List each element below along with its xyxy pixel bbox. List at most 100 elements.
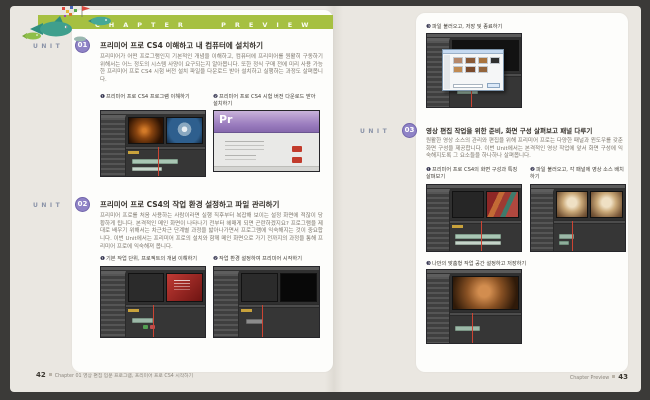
mock-source-monitor (556, 191, 589, 218)
teal-fish-icon (88, 17, 111, 25)
figure-caption: ❶프리미어 프로 CS4 프로그램 이해하기 (100, 94, 203, 101)
screenshot-premiere-interface (100, 266, 206, 338)
mock-file-thumbnail (478, 57, 488, 64)
screenshot-premiere-interface (213, 266, 320, 338)
unit-body-text: 프리미어 프로를 처음 사용하는 사람이라면 실행 직후부터 복잡해 보이는 설… (100, 213, 323, 252)
screenshot-premiere-interface (426, 184, 522, 252)
mock-text-line (225, 141, 265, 142)
mock-monitors (554, 189, 625, 220)
mock-sequence-tab (128, 309, 139, 312)
screenshot-premiere-interface (100, 110, 206, 177)
mock-clip (143, 325, 148, 329)
circled-number-icon: ❶ (426, 167, 431, 173)
unit-body-text: 프리미어가 어떤 프로그램인지 기본적인 개념을 이해하고, 컴퓨터에 프리미어… (100, 54, 323, 85)
mock-timeline-ruler (126, 305, 205, 308)
mock-workspace (531, 189, 625, 251)
mock-install-button (292, 146, 302, 152)
page-number: 43 (618, 373, 628, 381)
book-spread-photo: CHAPTER PREVIEW (0, 0, 650, 400)
mock-clip (455, 326, 479, 331)
unit-label: UNIT (360, 128, 390, 135)
mock-text-line (225, 155, 257, 156)
mock-clip (455, 241, 501, 245)
mock-file-grid (453, 57, 500, 73)
unit-number-badge: 02 (75, 197, 90, 212)
circled-number-icon: ❶ (100, 256, 105, 262)
screenshot-premiere-import-dialog (426, 33, 522, 108)
mock-program-monitor (166, 117, 203, 144)
mock-program-monitor (590, 191, 623, 218)
mock-installer-footer (214, 166, 319, 171)
screenshot-cs4-installer: Pr (213, 110, 320, 172)
fish-illustration (16, 3, 120, 47)
mock-sequence-tab (452, 225, 463, 228)
mock-monitors (450, 189, 521, 220)
figure-caption-text: 프리미어 프로 CS4의 화면 구성과 특징 살펴보기 (426, 167, 517, 180)
mock-file-thumbnail (478, 66, 488, 73)
mock-monitors (239, 271, 319, 304)
mock-editor-area (239, 271, 319, 337)
mock-project-panel (214, 271, 239, 337)
figure-caption-text: 작업 환경 설정하여 프리미어 시작하기 (219, 256, 302, 262)
flag-icon (82, 6, 90, 17)
circled-number-icon: ❷ (213, 256, 218, 262)
unit-body-text: 원활한 영상 소스의 관리와 편집을 위해 프리미어 프로는 다양한 패널과 윈… (426, 138, 623, 161)
unit-number-badge: 03 (402, 123, 417, 138)
mock-workspace (427, 274, 521, 343)
mock-timeline-ruler (126, 147, 205, 150)
figure-caption: ❷파일 불러오고, 각 패널에 영상 소스 배치하기 (530, 167, 627, 181)
right-page-footer: Chapter Preview43 (428, 373, 628, 381)
mock-program-monitor (486, 191, 519, 218)
figure-caption: ❷프리미어 프로 CS4 시험 버전 다운로드 받아 설치하기 (213, 94, 321, 108)
mock-file-thumbnail (465, 66, 475, 73)
mock-playhead (572, 221, 573, 251)
figure-caption: ❸나만의 맞춤형 작업 공간 설정하고 저장하기 (426, 261, 621, 268)
mock-source-monitor (452, 191, 485, 218)
mock-editor-area (126, 115, 205, 176)
mock-clip (246, 319, 264, 324)
mock-timeline (239, 304, 319, 337)
circled-number-icon: ❸ (426, 261, 431, 267)
mock-file-open-dialog (442, 49, 504, 91)
adobe-pr-logo: Pr (219, 113, 233, 126)
mock-timeline (126, 304, 205, 337)
mock-playhead (153, 305, 154, 337)
mock-sequence-tab (241, 309, 252, 312)
mock-dialog-sidebar (444, 55, 450, 89)
mock-timeline-ruler (450, 221, 521, 224)
small-fish-icon (74, 37, 86, 42)
mock-editor-area (554, 189, 625, 251)
mock-program-monitor (280, 273, 317, 302)
mock-clip (455, 234, 501, 239)
mock-workspace (427, 189, 521, 251)
unit-label: UNIT (33, 202, 63, 209)
figure-caption: ❶기본 작업 단위, 프로젝트의 개념 이해하기 (100, 256, 205, 263)
mock-source-monitor (128, 117, 165, 144)
mock-project-panel (531, 189, 554, 251)
mock-playhead (481, 221, 482, 251)
circled-number-icon: ❷ (530, 167, 535, 173)
mock-workspace (101, 271, 205, 337)
mock-timeline (450, 220, 521, 251)
mock-installer-header: Pr (214, 111, 319, 133)
mock-program-monitor (166, 273, 203, 302)
mock-workspace (101, 115, 205, 176)
mock-source-monitor (241, 273, 278, 302)
mock-editor-area (450, 189, 521, 251)
mock-monitors (126, 271, 205, 304)
left-page-footer: 42Chapter 01 영상 편집 입문 프로그램, 프리미어 프로 CS4 … (36, 371, 193, 379)
unit-title: 프리미어 프로 CS4의 작업 환경 설정하고 파일 관리하기 (100, 199, 279, 210)
figure-caption-text: 파일 불러오고, 각 패널에 영상 소스 배치하기 (530, 167, 624, 180)
mock-clip (559, 241, 569, 245)
mock-monitors (450, 274, 521, 312)
mock-installer-body (214, 133, 319, 171)
pixel-decoration-icon (62, 6, 77, 17)
unit-title: 프리미어 프로 CS4 이해하고 내 컴퓨터에 설치하기 (100, 40, 263, 51)
mock-install-button (292, 157, 302, 163)
mock-open-button (487, 83, 500, 88)
mock-timeline (126, 146, 205, 177)
mock-playhead (472, 313, 473, 343)
circled-number-icon: ❸ (426, 24, 431, 30)
mock-file-thumbnail (453, 57, 463, 64)
figure-caption-text: 프리미어 프로 CS4 시험 버전 다운로드 받아 설치하기 (213, 94, 316, 107)
